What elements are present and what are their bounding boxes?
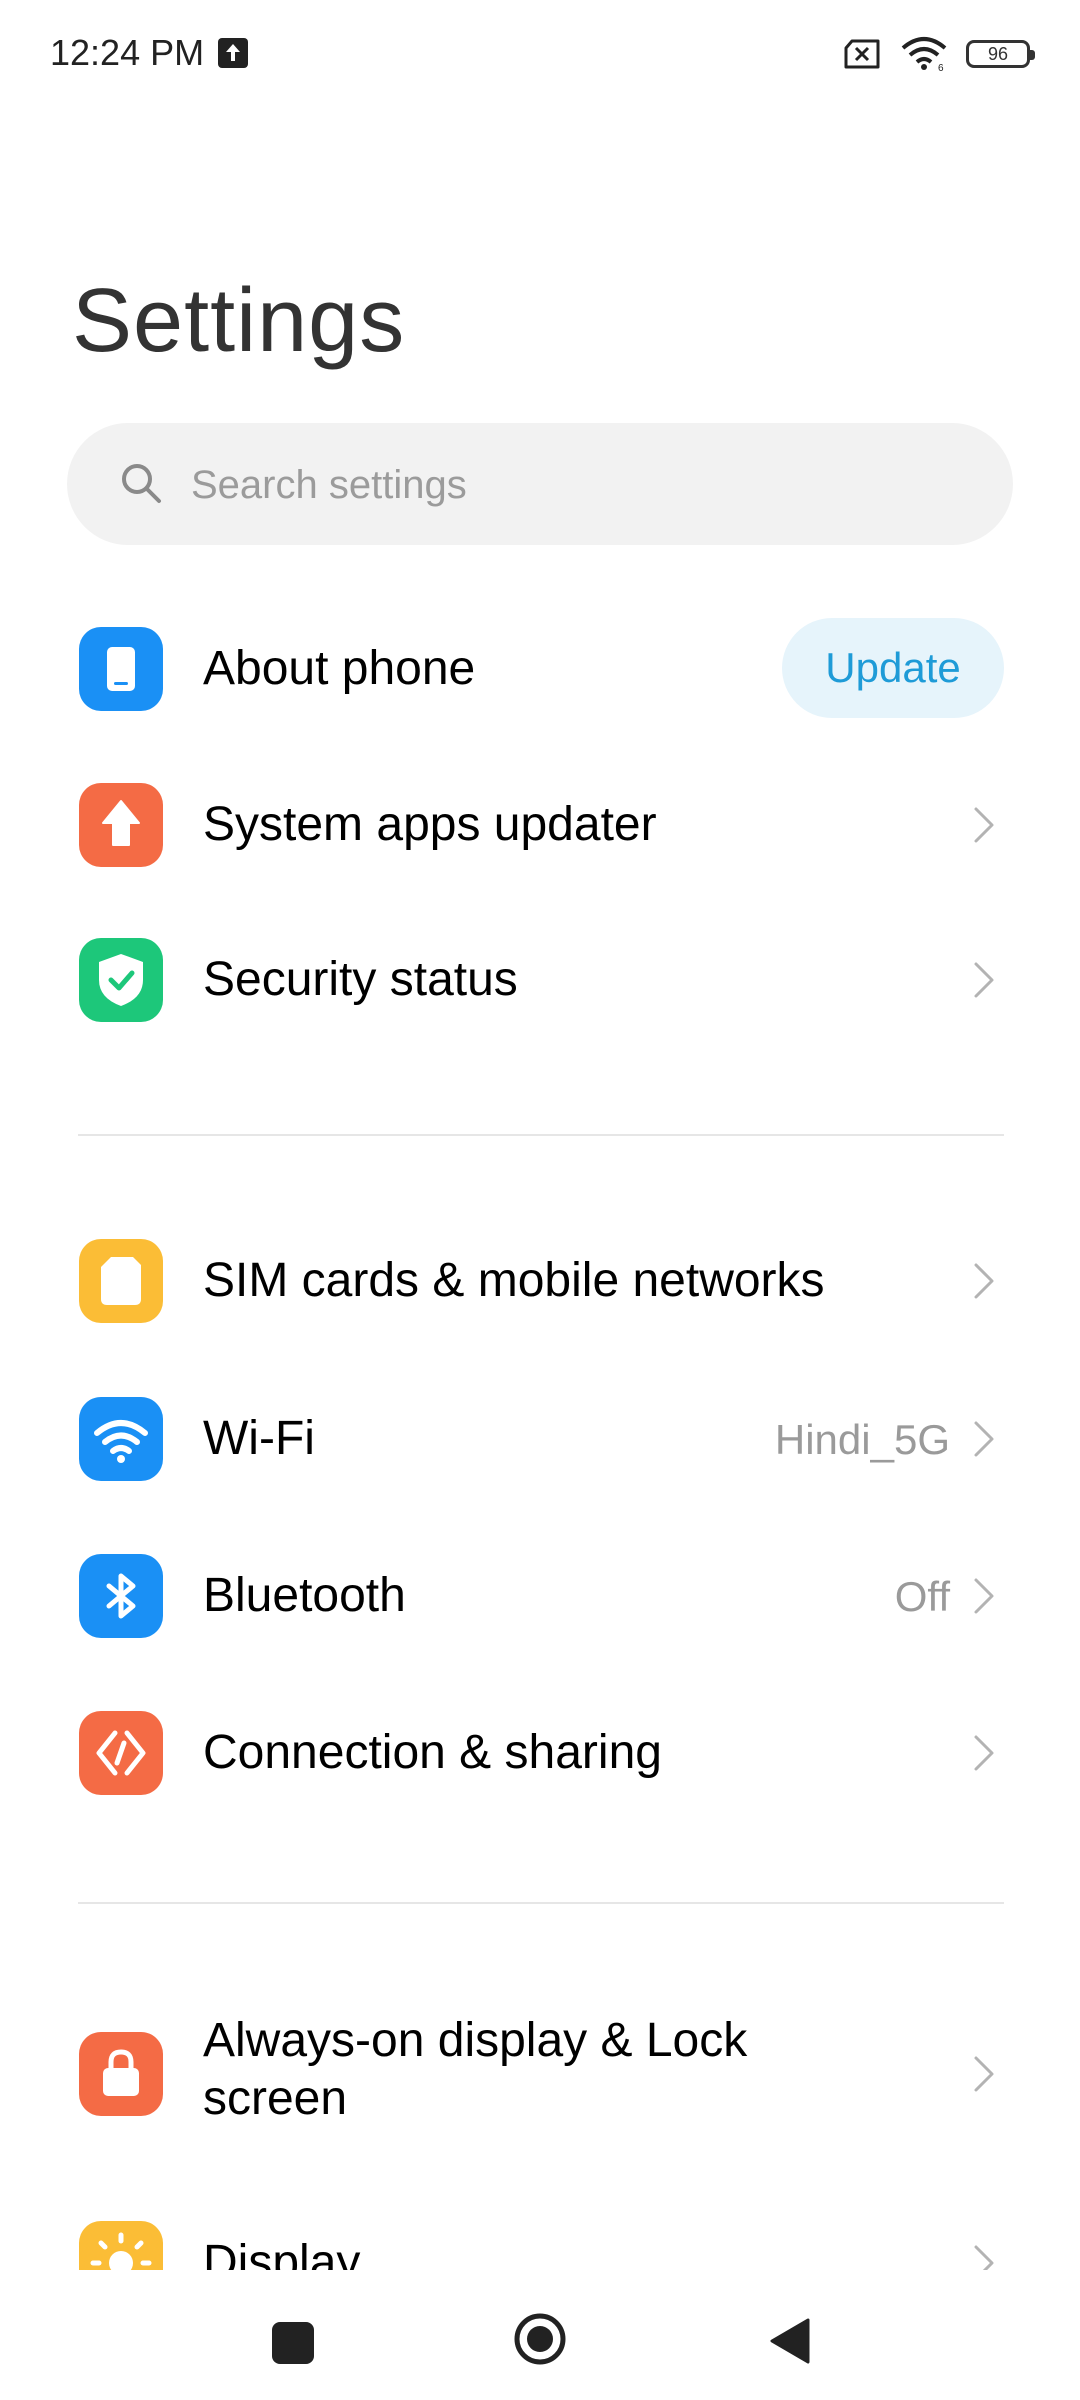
- chevron-right-icon: [974, 1263, 994, 1299]
- chevron-right-icon: [974, 2056, 994, 2092]
- section-divider: [78, 1902, 1004, 1904]
- setting-wifi[interactable]: Wi-Fi Hindi_5G: [0, 1364, 1080, 1514]
- chevron-right-icon: [974, 962, 994, 998]
- chevron-right-icon: [974, 2245, 994, 2270]
- setting-label: About phone: [203, 642, 476, 695]
- shield-check-icon: [79, 938, 163, 1022]
- setting-label: Bluetooth: [203, 1569, 406, 1622]
- chevron-right-icon: [974, 807, 994, 843]
- setting-security-status[interactable]: Security status: [0, 905, 1080, 1055]
- navigation-bar: [0, 2270, 1080, 2400]
- section-divider: [78, 1134, 1004, 1136]
- phone-icon: [79, 627, 163, 711]
- setting-label: SIM cards & mobile networks: [203, 1254, 825, 1307]
- setting-label: Always-on display & Lock screen: [203, 2014, 748, 2125]
- setting-system-apps-updater[interactable]: System apps updater: [0, 750, 1080, 900]
- sim-card-icon: [79, 1239, 163, 1323]
- arrow-up-icon: [79, 783, 163, 867]
- chevron-right-icon: [974, 1421, 994, 1457]
- setting-label: Connection & sharing: [203, 1726, 662, 1779]
- setting-always-on-display[interactable]: Always-on display & Lock screen: [0, 1998, 1080, 2178]
- setting-bluetooth[interactable]: Bluetooth Off: [0, 1521, 1080, 1671]
- connection-icon: [79, 1711, 163, 1795]
- home-button[interactable]: [513, 2312, 567, 2366]
- bluetooth-icon: [79, 1554, 163, 1638]
- update-button[interactable]: Update: [782, 618, 1004, 718]
- setting-connection-sharing[interactable]: Connection & sharing: [0, 1678, 1080, 1828]
- settings-list: About phone Update System apps updater S…: [0, 0, 1080, 2270]
- setting-label: Wi-Fi: [203, 1412, 315, 1465]
- setting-sim-cards[interactable]: SIM cards & mobile networks: [0, 1206, 1080, 1356]
- sun-icon: [79, 2221, 163, 2270]
- chevron-right-icon: [974, 1735, 994, 1771]
- recents-button[interactable]: [272, 2322, 314, 2364]
- bluetooth-status-value: Off: [894, 1573, 950, 1620]
- wifi-network-value: Hindi_5G: [774, 1416, 950, 1463]
- wifi-icon: [79, 1397, 163, 1481]
- chevron-right-icon: [974, 1578, 994, 1614]
- setting-label: Display: [203, 2236, 361, 2270]
- lock-icon: [79, 2032, 163, 2116]
- setting-display[interactable]: Display: [0, 2188, 1080, 2270]
- back-button[interactable]: [766, 2316, 812, 2366]
- setting-label: System apps updater: [203, 798, 657, 851]
- setting-label: Security status: [203, 953, 518, 1006]
